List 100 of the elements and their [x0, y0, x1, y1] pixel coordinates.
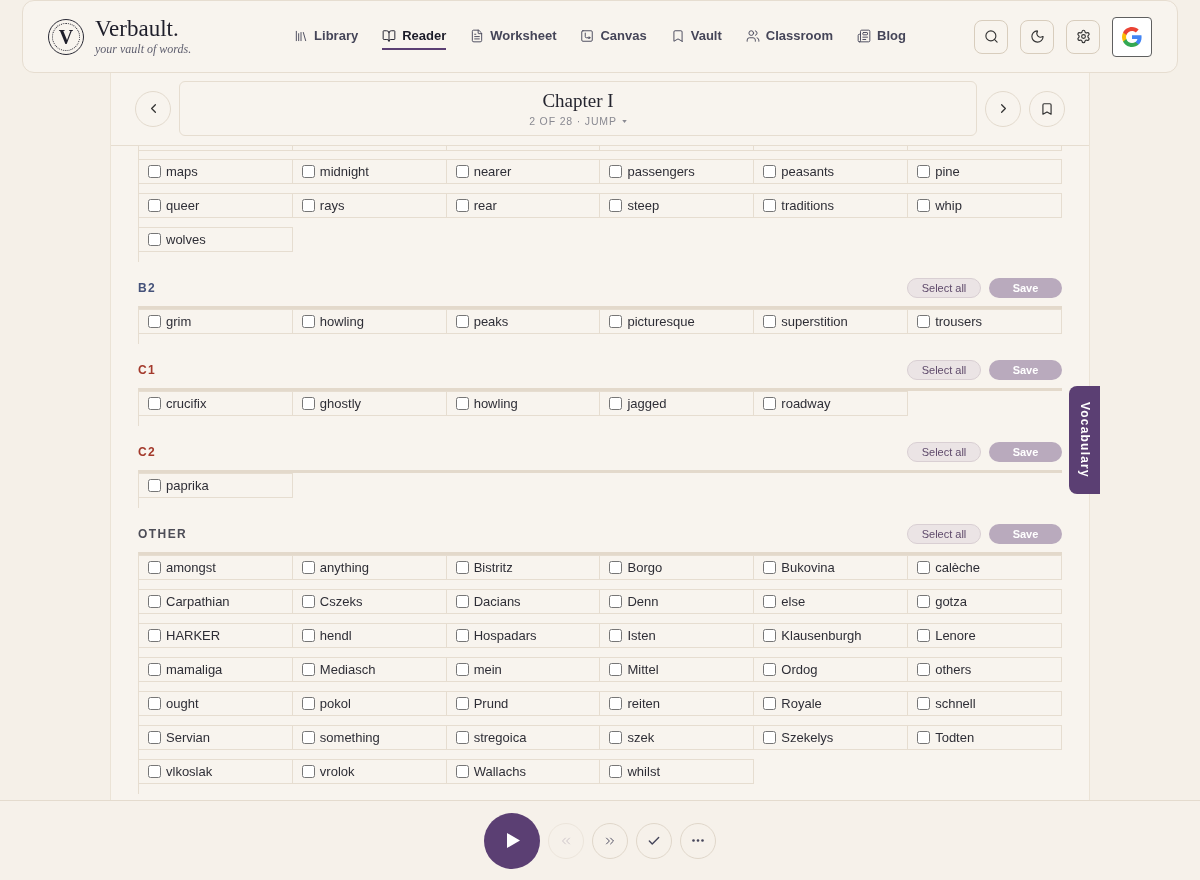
bookmark-icon — [670, 28, 685, 43]
frame-icon — [580, 28, 595, 43]
checkbox[interactable] — [301, 663, 315, 676]
checkbox[interactable] — [763, 315, 777, 328]
checkbox[interactable] — [148, 663, 161, 676]
checkbox[interactable] — [455, 595, 469, 608]
nav-link[interactable]: Canvas — [580, 23, 647, 50]
word-label: Mediasch — [319, 663, 376, 676]
checkbox[interactable] — [455, 561, 469, 574]
checkbox[interactable] — [301, 397, 315, 410]
word-label: howling — [319, 315, 364, 328]
checkbox[interactable] — [455, 765, 469, 778]
select-all-button[interactable]: Select all — [907, 278, 981, 298]
checkbox[interactable] — [148, 731, 161, 744]
brand-tagline: your vault of words. — [95, 42, 192, 57]
checkbox[interactable] — [148, 199, 161, 212]
checkbox[interactable] — [917, 199, 931, 212]
nav-link[interactable]: Reader — [382, 23, 447, 50]
checkbox[interactable] — [301, 199, 315, 212]
checkbox[interactable] — [148, 233, 161, 246]
checkbox[interactable] — [148, 629, 161, 642]
nav-link[interactable]: Worksheet — [470, 23, 557, 50]
checkbox[interactable] — [609, 731, 623, 744]
checkbox[interactable] — [148, 561, 161, 574]
play-icon — [507, 833, 520, 848]
checkbox[interactable] — [763, 595, 777, 608]
newspaper-icon — [857, 28, 871, 43]
checkbox[interactable] — [609, 561, 623, 574]
vocabulary-tab[interactable]: Vocabulary — [1069, 386, 1100, 494]
search-button[interactable] — [974, 19, 1008, 54]
word-label: ghostly — [319, 397, 362, 410]
checkbox[interactable] — [301, 165, 315, 178]
checkbox[interactable] — [917, 165, 931, 178]
checkbox[interactable] — [917, 561, 931, 574]
checkbox[interactable] — [609, 199, 623, 212]
word-label: HARKER — [166, 629, 221, 642]
checkbox[interactable] — [301, 731, 315, 744]
checkbox[interactable] — [301, 765, 315, 778]
checkbox[interactable] — [609, 315, 623, 328]
checkbox[interactable] — [609, 697, 623, 710]
checkbox[interactable] — [763, 397, 777, 410]
checkbox[interactable] — [148, 397, 161, 410]
checkbox[interactable] — [301, 595, 315, 608]
checkbox[interactable] — [148, 479, 161, 492]
checkbox[interactable] — [455, 629, 469, 642]
checkbox[interactable] — [455, 397, 469, 410]
checkbox[interactable] — [763, 697, 777, 710]
word-label: Carpathian — [166, 595, 230, 608]
checkbox[interactable] — [917, 663, 931, 676]
checkbox[interactable] — [455, 199, 469, 212]
checkbox[interactable] — [455, 663, 469, 676]
checkbox[interactable] — [455, 731, 469, 744]
theme-toggle-button[interactable] — [1020, 19, 1054, 54]
checkbox[interactable] — [148, 165, 161, 178]
select-all-button[interactable]: Select all — [907, 524, 981, 544]
word-label: vrolok — [319, 765, 355, 778]
checkbox[interactable] — [301, 697, 315, 710]
checkbox[interactable] — [301, 629, 315, 642]
bookmark-icon — [1040, 101, 1054, 116]
checkbox[interactable] — [763, 199, 777, 212]
checkbox[interactable] — [917, 629, 931, 642]
settings-icon — [1075, 29, 1091, 44]
checkbox[interactable] — [455, 165, 469, 178]
checkbox[interactable] — [148, 315, 161, 328]
checkbox[interactable] — [609, 765, 623, 778]
settings-button[interactable] — [1066, 19, 1100, 54]
checkbox[interactable] — [455, 697, 469, 710]
checkbox[interactable] — [301, 315, 315, 328]
google-button[interactable] — [1112, 16, 1152, 57]
checkbox[interactable] — [609, 595, 623, 608]
nav-link[interactable]: Blog — [857, 23, 906, 50]
level-heading: B2 — [138, 280, 157, 297]
checkbox[interactable] — [763, 663, 777, 676]
checkbox[interactable] — [763, 165, 777, 178]
select-all-button[interactable]: Select all — [907, 442, 981, 462]
nav-link[interactable]: Vault — [670, 23, 722, 50]
checkbox[interactable] — [763, 561, 777, 574]
checkbox[interactable] — [148, 765, 161, 778]
checkbox[interactable] — [609, 397, 623, 410]
checkbox[interactable] — [917, 595, 931, 608]
checkbox[interactable] — [763, 629, 777, 642]
word-label: Isten — [627, 629, 656, 642]
word-label: Todten — [935, 731, 975, 744]
checkbox[interactable] — [455, 315, 469, 328]
checkbox[interactable] — [609, 165, 623, 178]
word-label: Hospadars — [473, 629, 537, 642]
checkbox[interactable] — [917, 697, 931, 710]
checkbox[interactable] — [917, 315, 931, 328]
nav-link[interactable]: Library — [294, 23, 359, 50]
checkbox[interactable] — [763, 731, 777, 744]
checkbox[interactable] — [148, 595, 161, 608]
checkbox[interactable] — [917, 731, 931, 744]
word-label: Dacians — [473, 595, 521, 608]
checkbox[interactable] — [609, 663, 623, 676]
checkbox[interactable] — [609, 629, 623, 642]
nav-link[interactable]: Classroom — [745, 23, 833, 50]
checkbox[interactable] — [148, 697, 161, 710]
word-label: Ordog — [781, 663, 818, 676]
checkbox[interactable] — [301, 561, 315, 574]
select-all-button[interactable]: Select all — [907, 360, 981, 380]
